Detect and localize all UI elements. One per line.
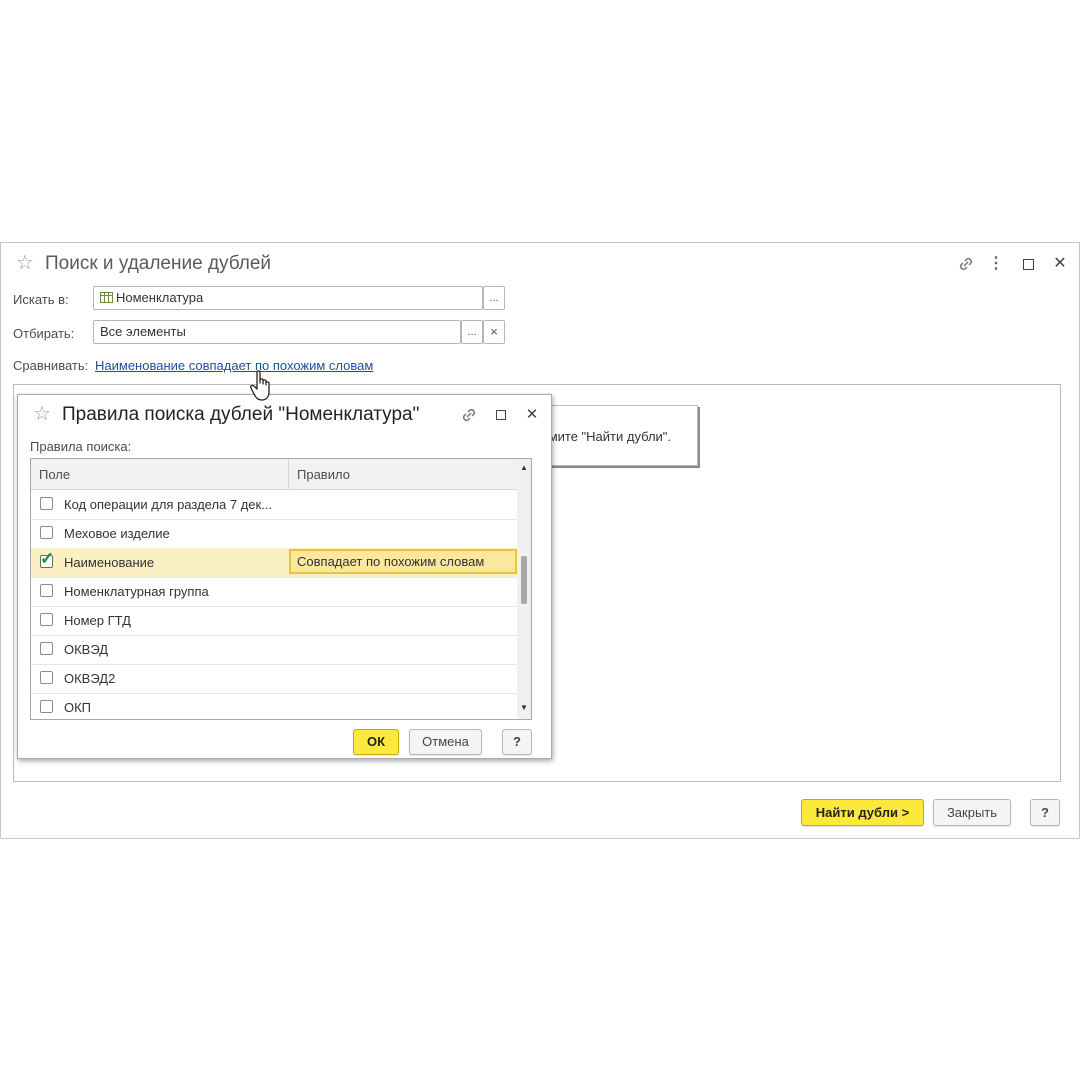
- table-row[interactable]: Меховое изделие: [31, 519, 517, 549]
- filter-field[interactable]: Все элементы: [93, 320, 461, 344]
- table-row[interactable]: ОКВЭД: [31, 635, 517, 665]
- link-icon[interactable]: [459, 405, 479, 425]
- compare-rules-link[interactable]: Наименование совпадает по похожим словам: [95, 358, 373, 373]
- hand-cursor-icon: [250, 370, 270, 401]
- window-title: Поиск и удаление дублей: [45, 253, 272, 274]
- row-field-name: ОКВЭД: [64, 642, 109, 657]
- close-icon[interactable]: ✕: [523, 406, 541, 424]
- row-field-name: Код операции для раздела 7 дек...: [64, 497, 273, 512]
- table-row[interactable]: Номенклатурная группа: [31, 577, 517, 607]
- favorite-star-icon[interactable]: ☆: [15, 253, 35, 273]
- rules-rows: Код операции для раздела 7 дек... Меховое…: [31, 490, 517, 719]
- close-icon[interactable]: ✕: [1051, 255, 1069, 273]
- filter-label: Отбирать:: [13, 326, 75, 341]
- vertical-scrollbar[interactable]: ▲ ▼: [517, 459, 531, 719]
- table-row[interactable]: Код операции для раздела 7 дек...: [31, 490, 517, 520]
- more-icon[interactable]: ⋮: [988, 255, 1004, 273]
- help-button[interactable]: ?: [502, 729, 532, 755]
- close-button[interactable]: Закрыть: [933, 799, 1011, 826]
- column-header-field[interactable]: Поле: [39, 467, 70, 482]
- row-field-name: Меховое изделие: [64, 526, 170, 541]
- row-field-name: Номенклатурная группа: [64, 584, 209, 599]
- search-in-select-button[interactable]: ...: [483, 286, 505, 310]
- hint-popup: жмите "Найти дубли".: [531, 405, 698, 466]
- table-row[interactable]: ОКП: [31, 693, 517, 719]
- search-in-field[interactable]: Номенклатура: [93, 286, 483, 310]
- row-checkbox[interactable]: [40, 671, 53, 684]
- row-field-name: ОКВЭД2: [64, 671, 116, 686]
- table-header: Поле Правило: [31, 459, 517, 490]
- search-rules-dialog: ☆ Правила поиска дублей "Номенклатура" ✕…: [17, 394, 552, 759]
- dialog-title: Правила поиска дублей "Номенклатура": [62, 404, 420, 425]
- row-checkbox[interactable]: [40, 526, 53, 539]
- help-button[interactable]: ?: [1030, 799, 1060, 826]
- filter-select-button[interactable]: ...: [461, 320, 483, 344]
- row-field-name: ОКП: [64, 700, 92, 715]
- search-in-value: Номенклатура: [116, 290, 204, 305]
- hint-text: жмите "Найти дубли".: [540, 429, 672, 444]
- cancel-button[interactable]: Отмена: [409, 729, 482, 755]
- row-checkbox[interactable]: [40, 584, 53, 597]
- row-checkbox[interactable]: [40, 700, 53, 713]
- scroll-thumb[interactable]: [521, 556, 527, 604]
- checkmark-icon: ✓: [40, 549, 55, 568]
- row-checkbox[interactable]: [40, 497, 53, 510]
- rules-label: Правила поиска:: [30, 439, 132, 454]
- table-row[interactable]: ✓ Наименование Совпадает по похожим словам: [31, 548, 517, 578]
- row-checkbox[interactable]: [40, 613, 53, 626]
- ok-button[interactable]: ОК: [353, 729, 399, 755]
- rules-table: Поле Правило Код операции для раздела 7 …: [30, 458, 532, 720]
- column-header-rule[interactable]: Правило: [297, 467, 350, 482]
- catalog-table-icon: [100, 292, 113, 303]
- scroll-down-icon[interactable]: ▼: [520, 703, 528, 712]
- table-row[interactable]: ОКВЭД2: [31, 664, 517, 694]
- favorite-star-icon[interactable]: ☆: [32, 404, 52, 424]
- compare-label: Сравнивать:: [13, 358, 89, 373]
- find-duplicates-button[interactable]: Найти дубли >: [801, 799, 924, 826]
- table-row[interactable]: Номер ГТД: [31, 606, 517, 636]
- maximize-icon[interactable]: [1023, 259, 1034, 270]
- link-icon[interactable]: [956, 254, 976, 274]
- search-in-label: Искать в:: [13, 292, 69, 307]
- row-checkbox[interactable]: [40, 642, 53, 655]
- row-field-name: Номер ГТД: [64, 613, 131, 628]
- scroll-up-icon[interactable]: ▲: [520, 463, 528, 472]
- filter-clear-button[interactable]: ×: [483, 320, 505, 344]
- maximize-icon[interactable]: [496, 410, 506, 420]
- row-rule-cell[interactable]: Совпадает по похожим словам: [289, 549, 517, 574]
- row-field-name: Наименование: [64, 555, 155, 570]
